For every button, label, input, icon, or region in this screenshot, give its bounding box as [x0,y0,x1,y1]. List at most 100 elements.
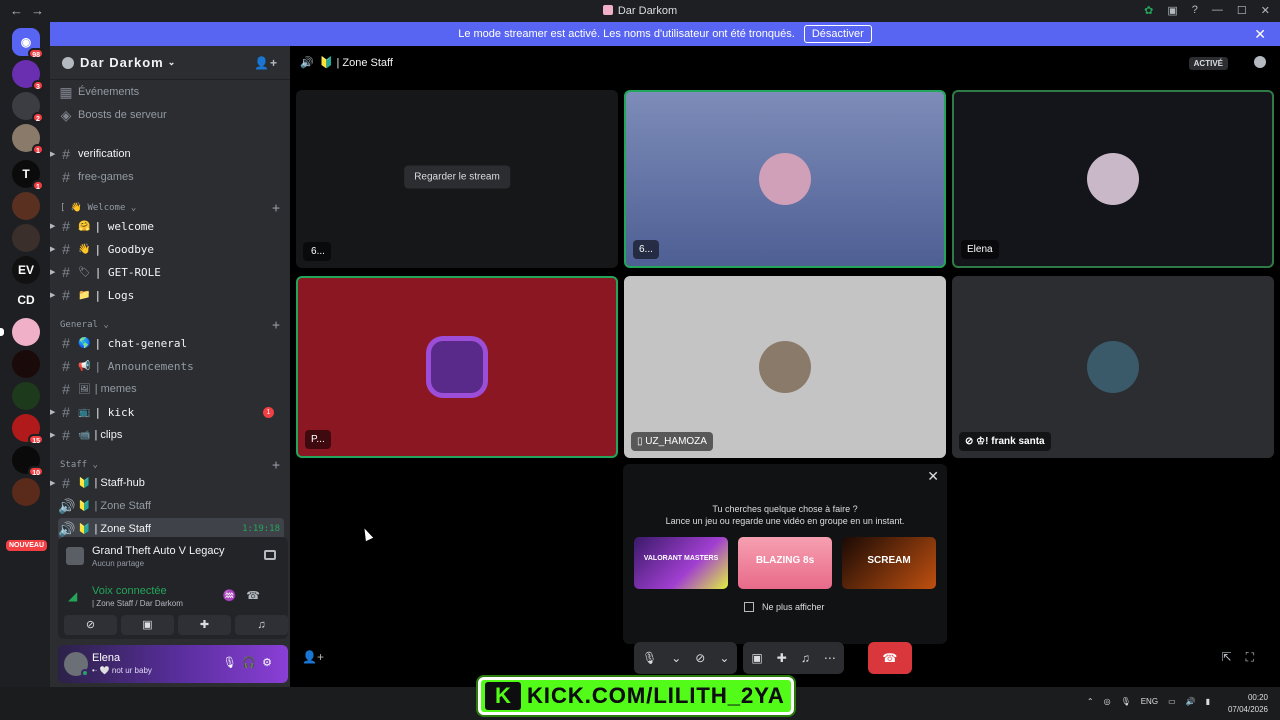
close-button[interactable]: ✕ [1261,4,1270,17]
activity-card-scream[interactable]: SCREAM [842,537,936,589]
participant-avatar [1087,153,1139,205]
close-icon[interactable]: ✕ [927,468,939,485]
channel-free-games[interactable]: # free-games [58,166,284,188]
activities-icon[interactable]: ✚ [777,651,787,665]
disconnect-button[interactable]: ☎ [867,642,912,674]
channel-verification[interactable]: ▶ # verification [50,143,284,165]
server-icon-12[interactable]: 15 [12,414,44,445]
server-icon-10[interactable] [12,350,40,378]
clock[interactable]: 00:20 07/04/2026 [1228,692,1268,716]
steam-icon[interactable]: ◎ [1104,697,1111,706]
help-icon[interactable]: ? [1192,4,1198,17]
voice-channel-zone-staff-1[interactable]: 🔊 🔰 | Zone Staff [58,495,284,517]
checkbox[interactable] [744,602,754,612]
soundboard-button[interactable]: ♫ [235,615,288,635]
channel-announcements[interactable]: # 📢 | Announcements [58,355,284,377]
activity-card-blazing[interactable]: BLAZING 8s [738,537,832,589]
server-icon-6[interactable] [12,224,40,252]
popout-icon[interactable]: ⇱ [1222,650,1246,664]
server-icon-14[interactable] [12,478,40,506]
camera-off-icon[interactable]: ⊘ [695,651,705,665]
headset-icon[interactable]: 🎧 [242,657,262,669]
screen-share-button[interactable]: ▣ [121,615,174,635]
battery-icon[interactable]: ▮ [1206,697,1210,706]
video-tile-4[interactable]: P... [296,276,618,458]
chat-icon[interactable] [1254,56,1266,68]
invite-icon[interactable]: 👤+ [254,56,278,70]
channel-memes[interactable]: # 🖼 | memes [58,378,284,400]
add-channel-icon[interactable]: + [272,318,280,333]
view-controls: ⇱⛶ [1222,650,1268,665]
chevron-down-icon[interactable]: ⌄ [671,651,681,665]
add-channel-icon[interactable]: + [272,201,280,216]
minimize-button[interactable]: — [1212,4,1223,17]
activities-button[interactable]: ✚ [178,615,231,635]
channel-staff-hub[interactable]: ▶ # 🔰 | Staff-hub [50,472,284,494]
mic-group[interactable]: 🎙 ⌄ ⊘ ⌄ [634,642,738,674]
monitor-icon[interactable]: ▭ [1168,697,1176,706]
channel-welcome[interactable]: ▶ # 🤗 | welcome [50,215,284,237]
video-tile-1[interactable]: Regarder le stream 6... [296,90,618,268]
server-icon-2[interactable]: 2 [12,92,44,123]
leaf-icon[interactable]: ✿ [1144,4,1153,17]
close-icon[interactable]: ✕ [1254,22,1266,46]
dont-show-checkbox[interactable]: Ne plus afficher [744,602,824,612]
chevron-up-icon[interactable]: ⌃ [1087,697,1094,706]
channel-sidebar: Dar Darkom ⌄ 👤+ ▦ Événements ◈ Boosts de se… [50,46,290,687]
activity-card-valorant[interactable]: VALORANT MASTERS [634,537,728,589]
active-badge: ACTIVÉ [1188,57,1228,70]
avatar[interactable] [64,652,89,677]
online-status [81,669,89,677]
watch-stream-button[interactable]: Regarder le stream [404,165,510,189]
more-icon[interactable]: ⋯ [824,651,836,665]
maximize-button[interactable]: ☐ [1237,4,1247,17]
boosts-item[interactable]: ◈ Boosts de serveur [58,104,284,126]
channel-clips[interactable]: ▶ # 📹 | clips [50,424,284,446]
badge: 1 [32,144,44,155]
fullscreen-icon[interactable]: ⛶ [1246,650,1268,664]
server-icon-11[interactable] [12,382,40,410]
mic-icon[interactable]: 🎙 [642,651,657,665]
camera-off-button[interactable]: ⊘ [64,615,117,635]
noise-icon[interactable]: ♒ [223,590,247,602]
server-icon-4[interactable]: T1 [12,160,44,191]
channel-goodbye[interactable]: ▶ # 👋 | Goodbye [50,238,284,260]
chevron-down-icon[interactable]: ⌄ [719,651,729,665]
disable-streamer-button[interactable]: Désactiver [803,25,872,43]
invite-user-icon[interactable]: 👤+ [302,650,324,664]
video-tile-3[interactable]: Elena [952,90,1274,268]
video-tile-5[interactable]: ▯ UZ_HAMOZA [624,276,946,458]
server-icon-5[interactable] [12,192,40,220]
server-icon-13[interactable]: 10 [12,446,44,477]
disconnect-icon[interactable]: ☎ [246,590,270,602]
language-indicator[interactable]: ENG [1141,697,1158,706]
soundboard-icon[interactable]: ♫ [801,651,810,665]
inbox-icon[interactable]: ▣ [1167,4,1177,17]
gear-icon[interactable]: ⚙ [262,657,278,669]
channel-chat-general[interactable]: # 🌎 | chat-general [58,332,284,354]
server-icon-active[interactable] [0,318,40,346]
channel-kick[interactable]: ▶ # 📺 | kick 1 [50,401,284,423]
server-icon-1[interactable]: 3 [12,60,44,91]
mic-icon[interactable]: 🎙 [222,657,242,669]
channel-getrole[interactable]: ▶ # 🏷 | GET-ROLE [50,261,284,283]
screen-share-icon[interactable] [264,550,276,560]
server-icon-7[interactable]: EV [12,256,40,284]
server-icon-3[interactable]: 1 [12,124,44,155]
events-item[interactable]: ▦ Événements [58,81,284,103]
server-header[interactable]: Dar Darkom ⌄ 👤+ [50,46,290,80]
server-icon-8[interactable]: CD [12,286,40,314]
channel-logs[interactable]: ▶ # 📁 | Logs [50,284,284,306]
title-bar: ←→ Dar Darkom ✿ ▣ ? — ☐ ✕ [0,0,1280,22]
share-group[interactable]: ▣ ✚ ♫ ⋯ [743,642,844,674]
home-button[interactable]: ◉ 98 [12,28,44,59]
screen-share-icon[interactable]: ▣ [751,651,762,665]
video-tile-2[interactable]: 6... [624,90,946,268]
mic-icon[interactable]: 🎙 [1121,697,1131,706]
voice-status[interactable]: Voix connectée [92,585,167,597]
video-tile-6[interactable]: ⊘ ♔! frank santa [952,276,1274,458]
volume-icon[interactable]: 🔊 [1186,697,1196,706]
add-channel-icon[interactable]: + [272,458,280,473]
call-controls: 🎙 ⌄ ⊘ ⌄ ▣ ✚ ♫ ⋯ ☎ [634,642,912,674]
participant-avatar [431,341,483,393]
